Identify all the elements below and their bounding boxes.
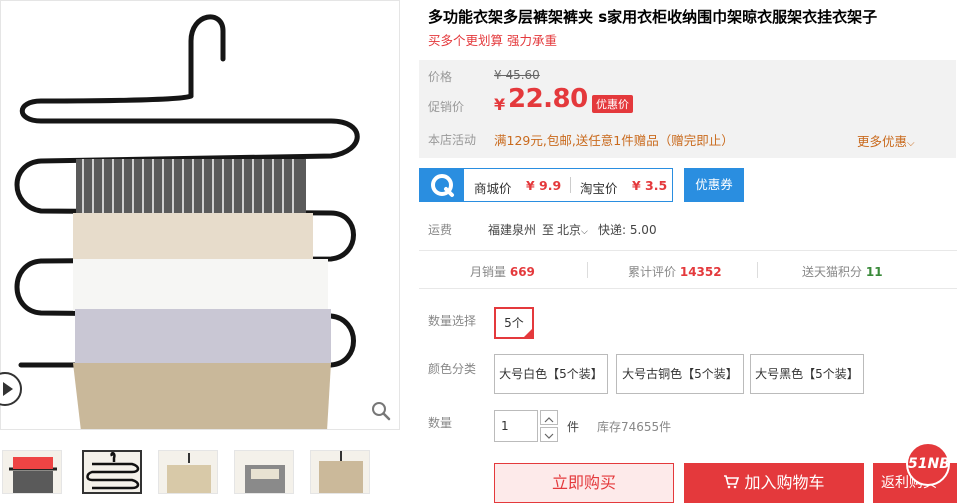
- add-to-cart-button[interactable]: 加入购物车: [684, 463, 864, 503]
- mall-price-value: ¥ 9.9: [526, 178, 562, 193]
- buy-now-button[interactable]: 立即购买: [494, 463, 674, 503]
- chevron-down-icon: [544, 433, 554, 439]
- selected-check-icon: [523, 328, 533, 338]
- coupon-button[interactable]: 优惠券: [684, 168, 744, 202]
- shipping-label: 运费: [428, 223, 453, 237]
- color-option-black[interactable]: 大号黑色【5个装】: [750, 354, 864, 394]
- zoom-icon[interactable]: [371, 401, 391, 421]
- total-reviews-value: 14352: [679, 265, 722, 279]
- quantity-select-label: 数量选择: [428, 314, 477, 328]
- chevron-down-icon: ⌵: [581, 227, 588, 237]
- current-price: 22.80: [508, 84, 588, 114]
- mall-price-label: 商城价: [474, 181, 512, 196]
- stats-divider: [757, 262, 758, 278]
- thumbnail-4[interactable]: [234, 450, 294, 494]
- thumbnail-strip: [0, 450, 400, 494]
- tmall-points-label: 送天猫积分: [802, 265, 863, 279]
- taobao-price-label: 淘宝价: [580, 181, 618, 196]
- quantity-option-label: 5个: [504, 316, 524, 330]
- brand-badge-logo[interactable]: 51NB: [906, 442, 950, 486]
- main-product-image[interactable]: [0, 0, 400, 430]
- product-title: 多功能衣架多层裤架裤夹 s家用衣柜收纳围巾架晾衣服架衣挂衣架子: [428, 8, 878, 26]
- shipping-destination: 北京: [557, 223, 582, 237]
- total-reviews-label: 累计评价: [628, 265, 677, 279]
- shipping-origin: 福建泉州: [488, 223, 537, 237]
- hanger-with-pants-image: [14, 14, 360, 429]
- color-category-label: 颜色分类: [428, 362, 477, 376]
- product-subtitle: 买多个更划算 强力承重: [428, 33, 557, 48]
- store-activity-text: 满129元,包邮,送任意1件赠品（赠完即止）: [494, 133, 734, 148]
- monthly-sales-value: 669: [509, 265, 535, 279]
- folded-pants: [73, 159, 331, 429]
- express-fee: 快递: 5.00: [598, 223, 657, 237]
- shipping-destination-select[interactable]: 北京⌵: [557, 221, 588, 238]
- quantity-unit: 件: [567, 420, 580, 434]
- stock-count: 库存74655件: [597, 420, 672, 434]
- color-option-white[interactable]: 大号白色【5个装】: [494, 354, 608, 394]
- color-option-bronze[interactable]: 大号古铜色【5个装】: [616, 354, 744, 394]
- compare-divider: [570, 177, 571, 193]
- divider: [419, 250, 957, 251]
- taobao-price-value: ¥ 3.5: [632, 178, 668, 193]
- thumbnail-5[interactable]: [310, 450, 370, 494]
- quantity-decrease-button[interactable]: [540, 427, 558, 442]
- original-price-label: 价格: [428, 70, 453, 84]
- promo-price-label: 促销价: [428, 100, 465, 114]
- total-reviews[interactable]: 累计评价 14352: [628, 263, 722, 280]
- promo-price-tag: 优惠价: [592, 95, 633, 113]
- stats-divider: [587, 262, 588, 278]
- currency-symbol: ¥: [494, 95, 506, 114]
- more-promotions-label: 更多优惠: [857, 134, 908, 149]
- chevron-up-icon: [544, 417, 554, 423]
- tmall-points-value: 11: [865, 265, 883, 279]
- quantity-option-5[interactable]: 5个: [494, 307, 534, 339]
- cart-icon: [724, 475, 740, 489]
- tmall-points: 送天猫积分 11: [802, 263, 883, 280]
- shipping-to: 至: [542, 223, 555, 237]
- store-activity-label: 本店活动: [428, 133, 477, 147]
- price-compare-box: 商城价 ¥ 9.9 淘宝价 ¥ 3.5: [419, 168, 673, 202]
- thumbnail-3[interactable]: [158, 450, 218, 494]
- play-video-icon[interactable]: [0, 372, 22, 406]
- original-price: ¥ 45.60: [494, 68, 540, 82]
- more-promotions-link[interactable]: 更多优惠⌵: [857, 131, 915, 150]
- thumbnail-2[interactable]: [82, 450, 142, 494]
- quantity-input[interactable]: 1: [494, 410, 538, 442]
- monthly-sales: 月销量 669: [470, 263, 535, 280]
- quantity-label: 数量: [428, 416, 453, 430]
- chevron-down-icon: ⌵: [907, 138, 915, 149]
- divider: [419, 288, 957, 289]
- monthly-sales-label: 月销量: [470, 265, 507, 279]
- quantity-increase-button[interactable]: [540, 410, 558, 425]
- thumbnail-1[interactable]: [2, 450, 62, 494]
- add-to-cart-label: 加入购物车: [744, 473, 825, 492]
- compare-logo-icon: [420, 169, 464, 201]
